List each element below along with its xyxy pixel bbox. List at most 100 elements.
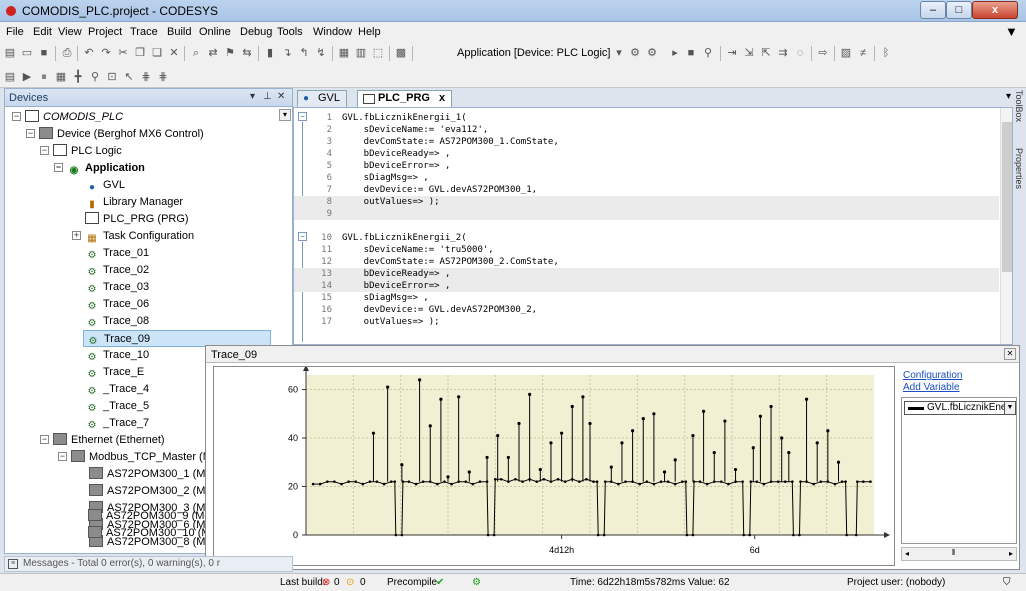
tree-item-trace[interactable]: ⚙ Trace_06 (85, 296, 150, 313)
code-line[interactable]: 4 bDeviceReady=> , (294, 148, 999, 160)
messages-bar[interactable]: ≡ Messages - Total 0 error(s), 0 warning… (4, 556, 293, 572)
security-icon[interactable]: ⛉ (1003, 577, 1011, 588)
replace-icon[interactable]: ⇄ (206, 46, 220, 60)
zoom-icon[interactable]: ⚲ (88, 70, 102, 84)
properties-tab[interactable]: Properties (1014, 148, 1024, 189)
next-bookmark-icon[interactable]: ↴ (280, 46, 294, 60)
paste-icon[interactable]: ❏ (150, 46, 164, 60)
menu-project[interactable]: Project (88, 26, 122, 38)
find-icon[interactable]: ⌕ (189, 46, 203, 60)
toolbox-tab[interactable]: ToolBox (1014, 90, 1024, 122)
code-line[interactable]: 6 sDiagMsg=> , (294, 172, 999, 184)
chevron-down-icon[interactable]: ▼ (1004, 402, 1015, 414)
tree-item-trace[interactable]: ⚙ Trace_03 (85, 279, 150, 296)
configuration-link[interactable]: Configuration (903, 370, 962, 381)
tree-item-trace[interactable]: ⚙ Trace_E (85, 364, 145, 381)
scroll-left-icon[interactable]: ◂ (905, 549, 909, 558)
pin-icon[interactable]: ⊥ (263, 91, 272, 102)
tree-item-ethernet[interactable]: − Ethernet (Ethernet) (40, 432, 165, 449)
add-variable-link[interactable]: Add Variable (903, 382, 960, 393)
active-application-label[interactable]: Application [Device: PLC Logic] (457, 47, 610, 59)
code-line[interactable]: 3 devComState:= AS72POM300_1.ComState, (294, 136, 999, 148)
code-line[interactable]: 12 devComState:= AS72POM300_2.ComState, (294, 256, 999, 268)
toggle-bookmark-icon[interactable]: ▮ (263, 46, 277, 60)
open-icon[interactable]: ▭ (20, 46, 34, 60)
save-icon[interactable]: ■ (37, 46, 51, 60)
code-line[interactable]: 11 sDeviceName:= 'tru5000', (294, 244, 999, 256)
scroll-right-icon[interactable]: ▸ (1009, 549, 1013, 558)
menu-online[interactable]: Online (199, 26, 231, 38)
tree-item-plc-prg[interactable]: PLC_PRG (PRG) (85, 211, 189, 228)
trace-close-icon[interactable]: ✕ (1004, 348, 1016, 360)
step-into-icon[interactable]: ⇲ (742, 46, 756, 60)
code-line[interactable]: 9 (294, 208, 999, 220)
collapse-icon[interactable]: − (40, 435, 49, 444)
compile-icon[interactable]: ▦ (337, 46, 351, 60)
tree-item-trace[interactable]: ⚙ Trace_10 (85, 347, 150, 364)
delete-icon[interactable]: ✕ (167, 46, 181, 60)
menu-build[interactable]: Build (167, 26, 191, 38)
tree-item-library-manager[interactable]: ▮ Library Manager (85, 194, 183, 211)
code-line[interactable]: 7 devDevice:= GVL.devAS72POM300_1, (294, 184, 999, 196)
variable-selector[interactable]: GVL.fbLicznikEnergi ▼ (904, 401, 1016, 415)
editor-vertical-scrollbar[interactable] (1000, 108, 1012, 344)
tree-item-device[interactable]: − Device (Berghof MX6 Control) (26, 126, 204, 143)
code-line[interactable]: 16 devDevice:= GVL.devAS72POM300_2, (294, 304, 999, 316)
collapse-icon[interactable]: − (40, 146, 49, 155)
tree-item-trace[interactable]: ⚙ Trace_01 (85, 245, 150, 262)
run-to-cursor-icon[interactable]: ⇉ (776, 46, 790, 60)
menu-debug[interactable]: Debug (240, 26, 272, 38)
tree-item-trace[interactable]: ⚙ Trace_08 (85, 313, 150, 330)
menu-file[interactable]: File (6, 26, 24, 38)
login-icon[interactable]: ⚙ (628, 46, 642, 60)
build-icon[interactable]: ▥ (354, 46, 368, 60)
menu-edit[interactable]: Edit (33, 26, 52, 38)
bookmark-icon[interactable]: ⚑ (223, 46, 237, 60)
tree-item-trace[interactable]: ⚙ _Trace_5 (85, 398, 150, 415)
scale-icon[interactable]: ⊡ (105, 70, 119, 84)
unforce-icon[interactable]: ≠ (856, 46, 870, 60)
minimize-button[interactable]: – (920, 1, 946, 19)
menu-tools[interactable]: Tools (277, 26, 303, 38)
replace-all-icon[interactable]: ⇆ (240, 46, 254, 60)
stop-icon[interactable]: ■ (684, 46, 698, 60)
tree-item-project[interactable]: − COMODIS_PLC (12, 109, 123, 126)
tree-item-trace[interactable]: ⚙ _Trace_4 (85, 381, 150, 398)
code-line[interactable]: 17 outValues=> ); (294, 316, 999, 328)
step-over-icon[interactable]: ⇥ (725, 46, 739, 60)
code-line[interactable]: 1 GVL.fbLicznikEnergii_1( (294, 112, 999, 124)
tree-item-gvl[interactable]: ● GVL (85, 177, 125, 194)
panel-dropdown-icon[interactable]: ▾ (250, 91, 255, 102)
prev-bookmark-icon[interactable]: ↰ (297, 46, 311, 60)
new-project-icon[interactable]: ▤ (3, 46, 17, 60)
tab-close-icon[interactable]: x (439, 92, 445, 104)
tree-scroll-down-icon[interactable]: ▾ (279, 109, 291, 121)
tree-item-plc-logic[interactable]: − PLC Logic (40, 143, 122, 160)
breakpoint-icon[interactable]: ◌ (793, 46, 807, 60)
visualization-icon[interactable]: ▩ (394, 46, 408, 60)
maximize-button[interactable]: □ (946, 1, 972, 19)
reset-icon[interactable]: ⚲ (701, 46, 715, 60)
code-line[interactable]: 15 sDiagMsg=> , (294, 292, 999, 304)
collapse-icon[interactable]: − (54, 163, 63, 172)
tab-list-dropdown-icon[interactable]: ▾ (1006, 91, 1011, 102)
code-line[interactable]: 10 GVL.fbLicznikEnergii_2( (294, 232, 999, 244)
menu-view[interactable]: View (58, 26, 82, 38)
step-out-icon[interactable]: ⇱ (759, 46, 773, 60)
tree-item-application[interactable]: − ◉ Application (54, 160, 145, 177)
trace-chart[interactable]: 0 20 40 60 4d12h 6d (214, 365, 894, 565)
cut-icon[interactable]: ✂ (116, 46, 130, 60)
redo-icon[interactable]: ↷ (99, 46, 113, 60)
scrollbar-thumb[interactable] (1002, 122, 1012, 272)
code-line[interactable]: 8 outValues=> ); (294, 196, 999, 208)
tree-item-task-configuration[interactable]: + ▦ Task Configuration (72, 228, 194, 245)
tab-gvl[interactable]: ● GVL (297, 90, 348, 107)
tab-plc-prg[interactable]: PLC_PRG x (357, 90, 453, 107)
undo-icon[interactable]: ↶ (82, 46, 96, 60)
menu-window[interactable]: Window (313, 26, 352, 38)
filter-icon[interactable]: ▼ (1005, 24, 1018, 39)
compress-icon[interactable]: ⋕ (139, 70, 153, 84)
generate-code-icon[interactable]: ⬚ (371, 46, 385, 60)
stretch-icon[interactable]: ⋕ (156, 70, 170, 84)
start-icon[interactable]: ▸ (668, 46, 682, 60)
